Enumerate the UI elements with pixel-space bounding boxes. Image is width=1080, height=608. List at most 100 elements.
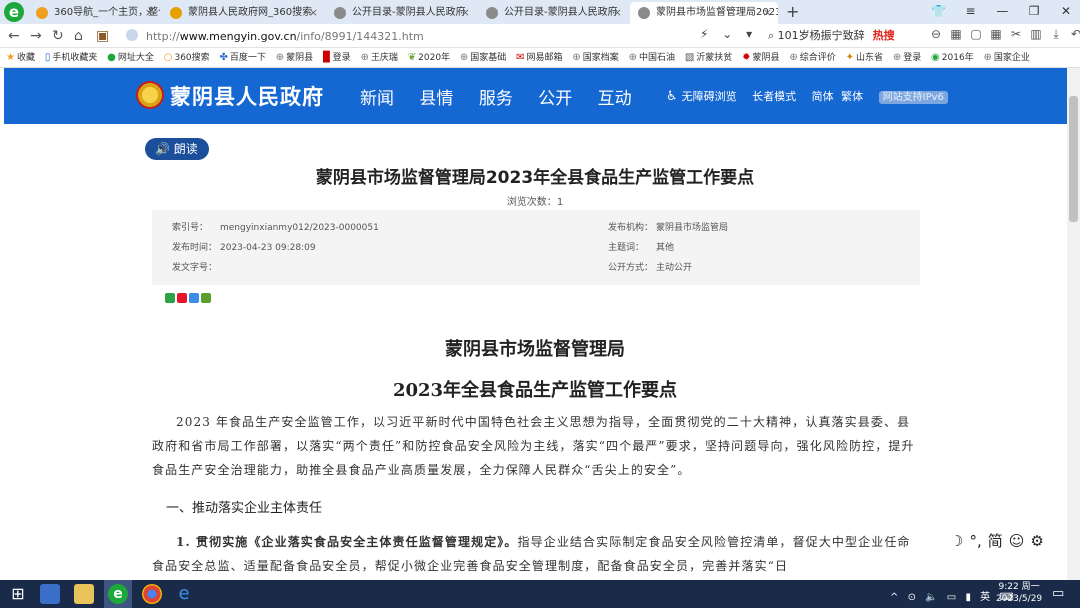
search-input[interactable]: ⌕ 101岁杨振宁致辞 热搜 [768, 26, 918, 46]
nav-news[interactable]: 新闻 [360, 89, 394, 109]
douban-share-icon[interactable] [201, 293, 211, 303]
bookmark-item[interactable]: ⊕ 综合评价 [789, 48, 835, 67]
bookmark-item[interactable]: ❦ 2020年 [408, 48, 450, 67]
wechat-share-icon[interactable] [165, 293, 175, 303]
chevron-down-icon[interactable]: ⌄ [722, 27, 732, 41]
accessibility-link[interactable]: 无障碍浏览 [682, 90, 737, 103]
tablet-mode-icon[interactable] [40, 584, 60, 604]
minimize-button[interactable]: — [988, 0, 1016, 22]
bookmark-item[interactable]: ▉ 登录 [323, 48, 351, 67]
taskbar: ⊞ e ^ ⊙ 🔈 ▭ ▮ 英 ⌨ 9:22 周一 2023/5/29 ▭ [0, 580, 1080, 608]
new-tab-button[interactable]: + [786, 2, 799, 21]
translate-icon[interactable]: ⊖ [926, 27, 946, 41]
skin-icon[interactable]: 👕 [925, 0, 953, 22]
grid-icon[interactable]: ▦ [986, 27, 1006, 41]
tab-360-search[interactable]: 蒙阴县人民政府网_360搜索 × [162, 2, 324, 24]
nav-interact[interactable]: 互动 [598, 89, 632, 109]
bookmark-item[interactable]: ⊕ 登录 [893, 48, 921, 67]
scrollbar-thumb[interactable] [1069, 96, 1078, 222]
chrome-icon[interactable] [142, 584, 162, 604]
download-icon[interactable]: ⤓ [1046, 27, 1066, 42]
close-icon[interactable]: × [461, 2, 470, 24]
traditional-chinese-link[interactable]: 繁体 [841, 90, 863, 103]
edge-icon[interactable]: e [174, 584, 194, 604]
bookmark-item[interactable]: ⊕ 国家企业 [984, 48, 1030, 67]
browser-logo-icon[interactable]: e [4, 2, 24, 22]
tab-favicon-icon [36, 7, 48, 19]
hot-search-badge[interactable]: 热搜 [873, 29, 895, 42]
bookmark-item[interactable]: ⊕ 国家基础 [460, 48, 506, 67]
punctuation-icon[interactable]: °, [969, 532, 981, 550]
apps-icon[interactable]: ▦ [946, 27, 966, 41]
bookmark-item[interactable]: ⊕ 王庆瑞 [361, 48, 398, 67]
file-explorer-icon[interactable] [74, 584, 94, 604]
tab-public-catalog-1[interactable]: 公开目录-蒙阴县人民政府 × [326, 2, 476, 24]
tab-360-nav[interactable]: 360导航_一个主页，整个世界 × [28, 2, 160, 24]
bookmark-item[interactable]: ✹ 蒙阴县 [742, 48, 779, 67]
monitor-icon[interactable]: ▭ [947, 592, 956, 603]
url-field[interactable]: http://www.mengyin.gov.cn/info/8991/1443… [146, 28, 686, 45]
bookmark-item[interactable]: ✤ 百度一下 [220, 48, 266, 67]
bookmark-item[interactable]: ⊕ 中国石油 [629, 48, 675, 67]
chevron-up-icon[interactable]: ^ [890, 592, 898, 603]
bookmark-item[interactable]: ▯ 手机收藏夹 [45, 48, 98, 67]
simplified-chinese-link[interactable]: 简体 [812, 90, 834, 103]
paragraph-item-1: 1. 贯彻实施《企业落实食品安全主体责任监督管理规定》。指导企业结合实际制定食品… [152, 530, 920, 580]
screenshot-icon[interactable]: ✂ [1006, 27, 1026, 41]
moon-icon[interactable]: ☽ [950, 532, 963, 550]
site-logo-title[interactable]: 蒙阴县人民政府 [170, 81, 324, 111]
input-language[interactable]: 英 [980, 592, 990, 603]
ime-toolbar: ☽ °, 简 ☺ ⚙ [950, 530, 1050, 551]
wallet-icon[interactable]: ▣ [96, 27, 109, 45]
browser-tab-bar: e 360导航_一个主页，整个世界 × 蒙阴县人民政府网_360搜索 × 公开目… [0, 0, 1080, 24]
extension-icon[interactable]: ▢ [966, 27, 986, 41]
bookmark-item[interactable]: ★ 收藏 [6, 48, 35, 67]
site-info-icon[interactable] [126, 29, 138, 41]
menu-icon[interactable]: ≡ [957, 0, 985, 22]
bookmark-item[interactable]: ⊕ 国家档案 [572, 48, 618, 67]
taskbar-active-360-browser[interactable]: e [104, 580, 132, 608]
undo-icon[interactable]: ↶ [1066, 27, 1080, 41]
notification-icon[interactable]: ▭ [1052, 586, 1064, 601]
nav-county-info[interactable]: 县情 [419, 89, 453, 109]
address-dropdown-icon[interactable]: ▾ [746, 27, 752, 41]
weibo-share-icon[interactable] [177, 293, 187, 303]
tab-current-article[interactable]: 蒙阴县市场监督管理局2023年 × [630, 2, 778, 24]
layout-icon[interactable]: ▥ [1026, 27, 1046, 41]
simplified-icon[interactable]: 简 [988, 532, 1003, 550]
close-icon[interactable]: × [613, 2, 622, 24]
read-aloud-label: 朗读 [173, 142, 198, 156]
nav-service[interactable]: 服务 [479, 89, 513, 109]
home-icon[interactable]: ⌂ [74, 27, 83, 45]
bookmark-item[interactable]: ○ 360搜索 [164, 48, 210, 67]
volume-icon[interactable]: 🔈 [925, 592, 937, 603]
emoji-icon[interactable]: ☺ [1009, 532, 1025, 550]
address-bar-row: ← → ↻ ⌂ ▣ http://www.mengyin.gov.cn/info… [0, 24, 1080, 48]
windows-start-icon[interactable]: ⊞ [8, 584, 28, 604]
ipv6-badge: 网站支持IPv6 [878, 91, 948, 104]
clock[interactable]: 9:22 周一 2023/5/29 [996, 581, 1042, 605]
refresh-icon[interactable]: ↻ [52, 27, 64, 45]
restore-button[interactable]: ❐ [1020, 0, 1048, 22]
back-arrow-icon[interactable]: ← [8, 27, 20, 45]
qzone-share-icon[interactable] [189, 293, 199, 303]
nav-public[interactable]: 公开 [538, 89, 572, 109]
read-aloud-button[interactable]: 🔊 朗读 [145, 138, 209, 160]
close-icon[interactable]: × [309, 2, 318, 24]
forward-arrow-icon[interactable]: → [30, 27, 42, 45]
network-icon[interactable]: ⊙ [908, 592, 916, 603]
elder-mode-link[interactable]: 长者模式 [752, 90, 796, 103]
close-icon[interactable]: × [763, 2, 772, 24]
settings-icon[interactable]: ⚙ [1030, 532, 1043, 550]
bookmark-item[interactable]: ◉ 2016年 [931, 48, 974, 67]
bookmark-item[interactable]: ✦ 山东省 [846, 48, 883, 67]
bookmark-item[interactable]: ✉ 网易邮箱 [516, 48, 562, 67]
tab-public-catalog-2[interactable]: 公开目录-蒙阴县人民政府 × [478, 2, 628, 24]
battery-icon[interactable]: ▮ [965, 592, 971, 603]
bookmark-item[interactable]: ⊕ 蒙阴县 [276, 48, 313, 67]
bookmark-item[interactable]: ▧ 沂蒙扶贫 [685, 48, 732, 67]
close-window-button[interactable]: ✕ [1052, 0, 1080, 22]
close-icon[interactable]: × [145, 2, 154, 24]
lightning-icon[interactable]: ⚡ [700, 27, 708, 41]
bookmark-item[interactable]: ● 网址大全 [107, 48, 154, 67]
